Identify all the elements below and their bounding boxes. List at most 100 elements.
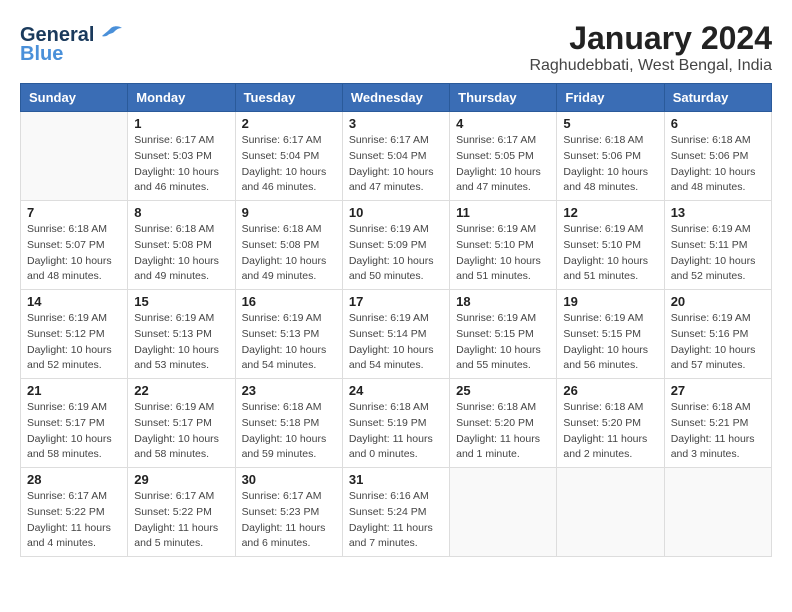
- sunset-text: Sunset: 5:11 PM: [671, 239, 748, 251]
- daylight-text: Daylight: 10 hours and 46 minutes.: [134, 166, 219, 194]
- sunrise-text: Sunrise: 6:19 AM: [27, 312, 107, 324]
- header-monday: Monday: [128, 84, 235, 112]
- daylight-text: Daylight: 10 hours and 49 minutes.: [134, 255, 219, 283]
- sunset-text: Sunset: 5:17 PM: [27, 417, 105, 429]
- sunset-text: Sunset: 5:06 PM: [671, 150, 749, 162]
- daylight-text: Daylight: 10 hours and 47 minutes.: [456, 166, 541, 194]
- sunset-text: Sunset: 5:04 PM: [242, 150, 320, 162]
- daylight-text: Daylight: 10 hours and 55 minutes.: [456, 344, 541, 372]
- week-row-2: 7 Sunrise: 6:18 AM Sunset: 5:07 PM Dayli…: [21, 201, 772, 290]
- day-cell-3-1: 14 Sunrise: 6:19 AM Sunset: 5:12 PM Dayl…: [21, 290, 128, 379]
- sunset-text: Sunset: 5:18 PM: [242, 417, 320, 429]
- day-number: 22: [134, 383, 228, 398]
- day-info: Sunrise: 6:17 AM Sunset: 5:04 PM Dayligh…: [242, 133, 336, 196]
- day-info: Sunrise: 6:19 AM Sunset: 5:10 PM Dayligh…: [563, 222, 657, 285]
- day-cell-2-4: 10 Sunrise: 6:19 AM Sunset: 5:09 PM Dayl…: [342, 201, 449, 290]
- week-row-3: 14 Sunrise: 6:19 AM Sunset: 5:12 PM Dayl…: [21, 290, 772, 379]
- day-number: 13: [671, 205, 765, 220]
- sunset-text: Sunset: 5:17 PM: [134, 417, 212, 429]
- sunrise-text: Sunrise: 6:18 AM: [349, 401, 429, 413]
- sunrise-text: Sunrise: 6:17 AM: [349, 134, 429, 146]
- day-info: Sunrise: 6:17 AM Sunset: 5:03 PM Dayligh…: [134, 133, 228, 196]
- day-cell-3-7: 20 Sunrise: 6:19 AM Sunset: 5:16 PM Dayl…: [664, 290, 771, 379]
- daylight-text: Daylight: 10 hours and 48 minutes.: [671, 166, 756, 194]
- day-number: 1: [134, 116, 228, 131]
- daylight-text: Daylight: 11 hours and 0 minutes.: [349, 433, 433, 461]
- sunrise-text: Sunrise: 6:19 AM: [563, 312, 643, 324]
- week-row-1: 1 Sunrise: 6:17 AM Sunset: 5:03 PM Dayli…: [21, 112, 772, 201]
- sunrise-text: Sunrise: 6:18 AM: [671, 401, 751, 413]
- sunset-text: Sunset: 5:16 PM: [671, 328, 749, 340]
- day-info: Sunrise: 6:19 AM Sunset: 5:11 PM Dayligh…: [671, 222, 765, 285]
- logo: General Blue: [20, 24, 124, 66]
- day-number: 9: [242, 205, 336, 220]
- day-cell-4-4: 24 Sunrise: 6:18 AM Sunset: 5:19 PM Dayl…: [342, 379, 449, 468]
- day-number: 29: [134, 472, 228, 487]
- day-cell-2-1: 7 Sunrise: 6:18 AM Sunset: 5:07 PM Dayli…: [21, 201, 128, 290]
- day-number: 18: [456, 294, 550, 309]
- sunrise-text: Sunrise: 6:18 AM: [242, 401, 322, 413]
- day-info: Sunrise: 6:19 AM Sunset: 5:15 PM Dayligh…: [563, 311, 657, 374]
- day-cell-5-1: 28 Sunrise: 6:17 AM Sunset: 5:22 PM Dayl…: [21, 468, 128, 557]
- day-cell-1-2: 1 Sunrise: 6:17 AM Sunset: 5:03 PM Dayli…: [128, 112, 235, 201]
- sunrise-text: Sunrise: 6:17 AM: [134, 490, 214, 502]
- day-info: Sunrise: 6:18 AM Sunset: 5:08 PM Dayligh…: [242, 222, 336, 285]
- day-number: 16: [242, 294, 336, 309]
- sunset-text: Sunset: 5:15 PM: [456, 328, 534, 340]
- day-cell-3-6: 19 Sunrise: 6:19 AM Sunset: 5:15 PM Dayl…: [557, 290, 664, 379]
- day-cell-1-7: 6 Sunrise: 6:18 AM Sunset: 5:06 PM Dayli…: [664, 112, 771, 201]
- days-header-row: Sunday Monday Tuesday Wednesday Thursday…: [21, 84, 772, 112]
- sunrise-text: Sunrise: 6:17 AM: [27, 490, 107, 502]
- header-friday: Friday: [557, 84, 664, 112]
- day-number: 21: [27, 383, 121, 398]
- sunrise-text: Sunrise: 6:17 AM: [242, 134, 322, 146]
- week-row-5: 28 Sunrise: 6:17 AM Sunset: 5:22 PM Dayl…: [21, 468, 772, 557]
- logo-bird-icon: [96, 25, 124, 47]
- day-cell-4-2: 22 Sunrise: 6:19 AM Sunset: 5:17 PM Dayl…: [128, 379, 235, 468]
- day-number: 15: [134, 294, 228, 309]
- sunset-text: Sunset: 5:09 PM: [349, 239, 427, 251]
- day-number: 20: [671, 294, 765, 309]
- daylight-text: Daylight: 10 hours and 54 minutes.: [349, 344, 434, 372]
- day-info: Sunrise: 6:17 AM Sunset: 5:23 PM Dayligh…: [242, 489, 336, 552]
- day-cell-2-2: 8 Sunrise: 6:18 AM Sunset: 5:08 PM Dayli…: [128, 201, 235, 290]
- day-info: Sunrise: 6:18 AM Sunset: 5:19 PM Dayligh…: [349, 400, 443, 463]
- day-number: 27: [671, 383, 765, 398]
- day-number: 24: [349, 383, 443, 398]
- day-info: Sunrise: 6:19 AM Sunset: 5:17 PM Dayligh…: [27, 400, 121, 463]
- day-cell-5-3: 30 Sunrise: 6:17 AM Sunset: 5:23 PM Dayl…: [235, 468, 342, 557]
- day-cell-3-5: 18 Sunrise: 6:19 AM Sunset: 5:15 PM Dayl…: [450, 290, 557, 379]
- sunrise-text: Sunrise: 6:18 AM: [671, 134, 751, 146]
- sunrise-text: Sunrise: 6:16 AM: [349, 490, 429, 502]
- daylight-text: Daylight: 10 hours and 59 minutes.: [242, 433, 327, 461]
- sunset-text: Sunset: 5:23 PM: [242, 506, 320, 518]
- day-number: 31: [349, 472, 443, 487]
- day-cell-4-5: 25 Sunrise: 6:18 AM Sunset: 5:20 PM Dayl…: [450, 379, 557, 468]
- day-info: Sunrise: 6:17 AM Sunset: 5:05 PM Dayligh…: [456, 133, 550, 196]
- day-cell-5-7: [664, 468, 771, 557]
- day-cell-5-5: [450, 468, 557, 557]
- day-info: Sunrise: 6:19 AM Sunset: 5:15 PM Dayligh…: [456, 311, 550, 374]
- day-cell-4-6: 26 Sunrise: 6:18 AM Sunset: 5:20 PM Dayl…: [557, 379, 664, 468]
- sunset-text: Sunset: 5:04 PM: [349, 150, 427, 162]
- page-header: January 2024 Raghudebbati, West Bengal, …: [20, 20, 772, 75]
- sunrise-text: Sunrise: 6:19 AM: [563, 223, 643, 235]
- day-cell-1-4: 3 Sunrise: 6:17 AM Sunset: 5:04 PM Dayli…: [342, 112, 449, 201]
- day-number: 14: [27, 294, 121, 309]
- daylight-text: Daylight: 11 hours and 5 minutes.: [134, 522, 218, 550]
- day-info: Sunrise: 6:17 AM Sunset: 5:04 PM Dayligh…: [349, 133, 443, 196]
- sunset-text: Sunset: 5:08 PM: [134, 239, 212, 251]
- sunrise-text: Sunrise: 6:19 AM: [134, 401, 214, 413]
- day-cell-5-6: [557, 468, 664, 557]
- sunset-text: Sunset: 5:21 PM: [671, 417, 749, 429]
- sunrise-text: Sunrise: 6:19 AM: [27, 401, 107, 413]
- daylight-text: Daylight: 10 hours and 58 minutes.: [134, 433, 219, 461]
- daylight-text: Daylight: 10 hours and 53 minutes.: [134, 344, 219, 372]
- day-info: Sunrise: 6:19 AM Sunset: 5:13 PM Dayligh…: [242, 311, 336, 374]
- calendar-table: Sunday Monday Tuesday Wednesday Thursday…: [20, 83, 772, 557]
- daylight-text: Daylight: 10 hours and 57 minutes.: [671, 344, 756, 372]
- day-info: Sunrise: 6:17 AM Sunset: 5:22 PM Dayligh…: [134, 489, 228, 552]
- sunset-text: Sunset: 5:24 PM: [349, 506, 427, 518]
- sunrise-text: Sunrise: 6:18 AM: [134, 223, 214, 235]
- daylight-text: Daylight: 10 hours and 50 minutes.: [349, 255, 434, 283]
